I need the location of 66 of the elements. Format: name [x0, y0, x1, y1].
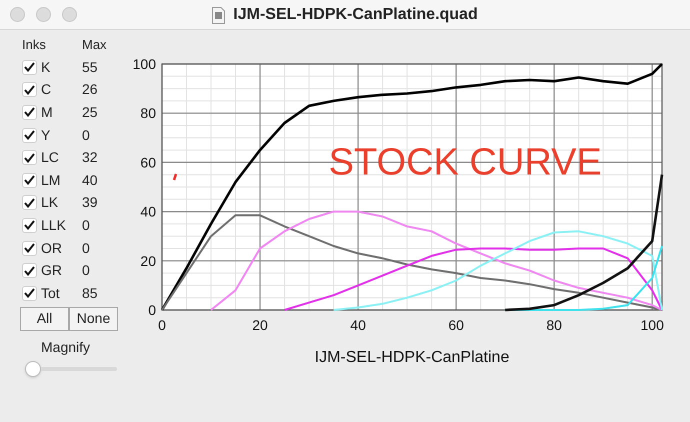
ink-checkbox[interactable]	[22, 128, 37, 143]
checkmark-icon	[24, 243, 35, 254]
ink-checkbox[interactable]	[22, 172, 37, 188]
ink-max-value: 40	[82, 170, 98, 190]
ink-label: LK	[41, 193, 60, 212]
ink-max-value: 0	[82, 126, 90, 145]
window-title: IJM-SEL-HDPK-CanPlatine.quad	[233, 5, 478, 25]
x-axis-label: IJM-SEL-HDPK-CanPlatine	[314, 348, 510, 368]
y-tick-label: 40	[140, 204, 156, 220]
ink-label: K	[41, 58, 52, 77]
ink-checkbox[interactable]	[22, 240, 37, 256]
x-tick-label: 0	[158, 317, 166, 333]
x-tick-label: 100	[640, 317, 664, 333]
ink-label: M	[41, 102, 54, 122]
ink-checkbox[interactable]	[22, 150, 37, 166]
ink-checkbox[interactable]	[22, 60, 37, 75]
checkmark-icon	[24, 266, 35, 276]
checkmark-icon	[24, 175, 35, 186]
magnify-label: Magnify	[41, 338, 92, 357]
select-button[interactable]: All	[20, 306, 69, 331]
column-header: Max	[82, 36, 107, 54]
ink-label: Tot	[41, 284, 61, 303]
x-tick-label: 80	[546, 317, 562, 333]
ink-label: Y	[41, 126, 52, 145]
x-tick-label: 60	[448, 317, 464, 333]
ink-checkbox[interactable]	[22, 195, 37, 210]
ink-max-value: 25	[82, 102, 98, 122]
checkmark-icon	[24, 130, 35, 140]
checkmark-icon	[24, 62, 35, 72]
ink-label: LM	[41, 170, 62, 190]
x-tick-label: 20	[252, 317, 268, 333]
checkmark-icon	[24, 84, 35, 95]
ink-checkbox[interactable]	[22, 218, 37, 233]
ink-max-value: 39	[82, 193, 98, 212]
y-tick-label: 100	[132, 56, 156, 72]
ink-label: GR	[41, 261, 63, 280]
magnify-slider-thumb[interactable]	[25, 360, 41, 377]
ink-label: OR	[41, 238, 63, 258]
checkmark-icon	[24, 107, 35, 118]
ink-checkbox[interactable]	[22, 263, 37, 278]
ink-max-value: 26	[82, 80, 98, 100]
ink-max-value: 0	[82, 216, 90, 235]
ink-max-value: 0	[82, 261, 90, 280]
y-tick-label: 80	[140, 105, 156, 122]
ink-max-value: 85	[82, 284, 98, 303]
tick-mark	[172, 174, 178, 180]
y-tick-label: 60	[140, 154, 156, 170]
ink-label: C	[41, 80, 52, 100]
y-tick-label: 0	[148, 302, 156, 318]
checkmark-icon	[24, 288, 35, 298]
y-tick-label: 20	[140, 252, 156, 269]
ink-label: LLK	[41, 216, 67, 235]
checkmark-icon	[24, 220, 35, 230]
ink-label: LC	[41, 148, 60, 168]
checkmark-icon	[24, 198, 35, 208]
ink-max-value: 55	[82, 58, 98, 77]
ink-checkbox[interactable]	[22, 104, 37, 120]
ink-max-value: 0	[82, 238, 90, 258]
checkmark-icon	[24, 152, 35, 163]
ink-max-value: 32	[82, 148, 98, 168]
document-icon	[212, 6, 226, 24]
x-tick-label: 40	[350, 317, 366, 333]
ink-checkbox[interactable]	[22, 286, 37, 301]
select-button[interactable]: None	[69, 306, 118, 331]
ink-checkbox[interactable]	[22, 82, 37, 98]
column-header: Inks	[22, 36, 47, 54]
